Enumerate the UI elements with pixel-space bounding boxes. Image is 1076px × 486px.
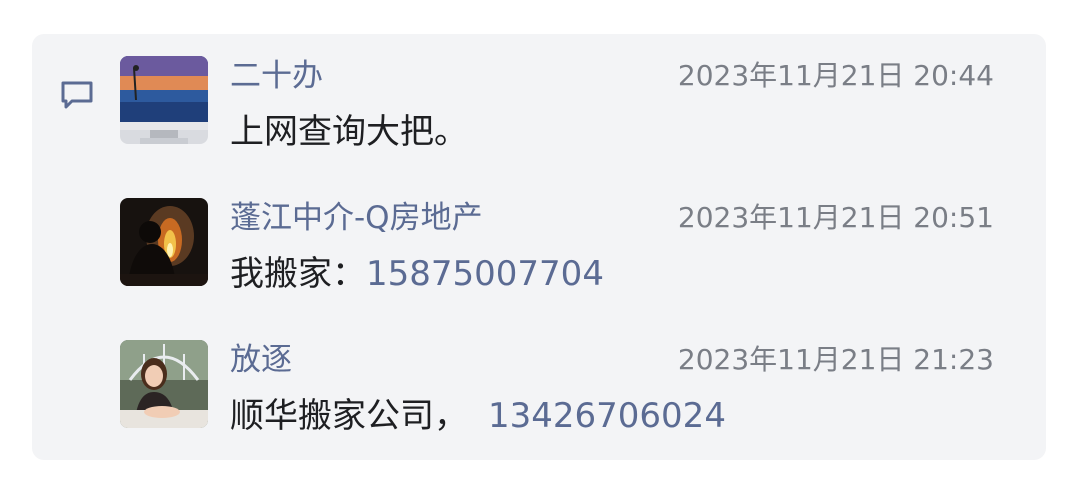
comment-item: 放逐 2023年11月21日 21:23 顺华搬家公司， 13426706024 — [0, 340, 1076, 450]
comment-body: 上网查询大把。 — [230, 112, 468, 152]
comment-body: 我搬家： — [230, 254, 366, 294]
comment-timestamp: 2023年11月21日 21:23 — [677, 343, 994, 376]
comment-author[interactable]: 二十办 — [230, 58, 323, 94]
comment-text: 顺华搬家公司， 13426706024 — [230, 396, 726, 436]
avatar-image — [120, 198, 208, 286]
avatar-image — [120, 340, 208, 428]
comment-text: 上网查询大把。 — [230, 112, 468, 152]
comment-text: 我搬家：15875007704 — [230, 254, 604, 294]
avatar-image — [120, 56, 208, 144]
comment-item: 二十办 2023年11月21日 20:44 上网查询大把。 — [0, 56, 1076, 166]
avatar[interactable] — [120, 340, 208, 428]
phone-number-link[interactable]: 13426706024 — [488, 396, 726, 436]
comment-item: 蓬江中介-Q房地产 2023年11月21日 20:51 我搬家：15875007… — [0, 198, 1076, 308]
avatar[interactable] — [120, 56, 208, 144]
phone-number-link[interactable]: 15875007704 — [366, 254, 604, 294]
comment-body: 顺华搬家公司， — [230, 396, 468, 436]
comment-author[interactable]: 放逐 — [230, 342, 292, 378]
avatar[interactable] — [120, 198, 208, 286]
comment-timestamp: 2023年11月21日 20:51 — [677, 201, 994, 234]
comment-author[interactable]: 蓬江中介-Q房地产 — [230, 200, 483, 236]
comment-timestamp: 2023年11月21日 20:44 — [677, 59, 994, 92]
